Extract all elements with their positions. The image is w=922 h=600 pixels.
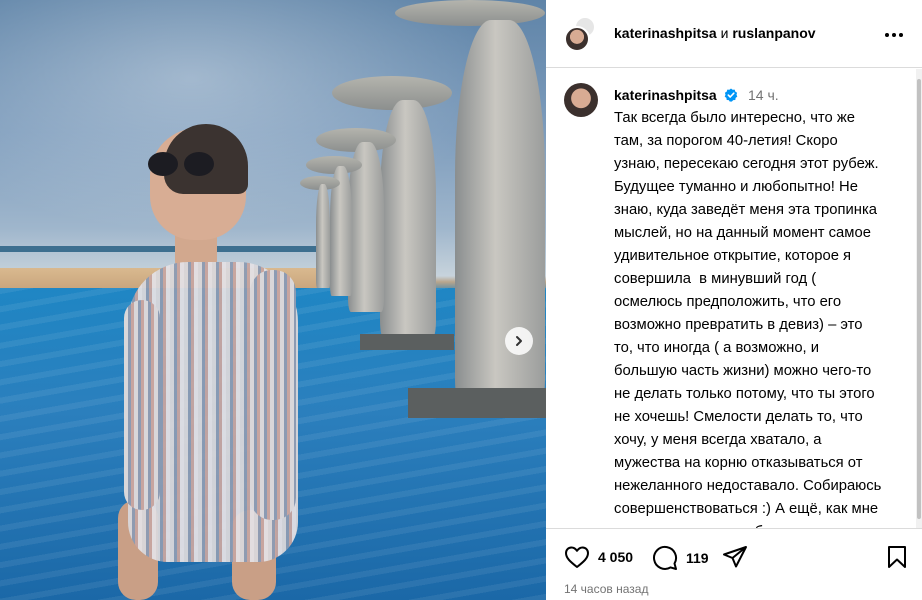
- chevron-right-icon: [516, 336, 522, 346]
- statue-base: [360, 334, 454, 350]
- comment-action: 119: [652, 545, 709, 571]
- caption-text: Так всегда было интересно, что же там, з…: [614, 110, 882, 528]
- post-photo[interactable]: [0, 0, 546, 600]
- heart-icon[interactable]: [564, 545, 590, 569]
- post-header: katerinashpitsa и ruslanpanov: [546, 0, 922, 68]
- statue-pillar: [316, 184, 330, 288]
- share-icon[interactable]: [722, 545, 748, 569]
- post-side-panel: katerinashpitsa и ruslanpanov katerinash…: [546, 0, 922, 600]
- avatar[interactable]: [564, 26, 590, 52]
- statue-bowl: [332, 76, 452, 110]
- share-action: [722, 545, 748, 569]
- sea-horizon: [0, 246, 320, 252]
- next-photo-button[interactable]: [505, 327, 533, 355]
- more-options-button[interactable]: [884, 22, 904, 43]
- caption-user: katerinashpitsa: [614, 87, 738, 103]
- header-conjunction: и: [720, 25, 729, 41]
- post-time[interactable]: 14 ч.: [748, 87, 779, 103]
- statue-pillar: [455, 20, 545, 410]
- comment-icon[interactable]: [652, 545, 678, 571]
- like-action: 4 050: [564, 545, 633, 569]
- avatar[interactable]: [564, 83, 598, 117]
- caption-username[interactable]: katerinashpitsa: [614, 87, 717, 103]
- header-username-1[interactable]: katerinashpitsa: [614, 25, 717, 41]
- figure-arm: [250, 270, 296, 520]
- sunglasses: [146, 152, 218, 178]
- likes-count[interactable]: 4 050: [598, 549, 633, 565]
- more-icon: [885, 33, 903, 37]
- caption-area: katerinashpitsa 14 ч. Так всегда было ин…: [546, 69, 922, 528]
- statue-base: [408, 388, 546, 418]
- statue-bowl: [395, 0, 545, 26]
- collab-avatars[interactable]: [564, 16, 600, 52]
- post-timestamp[interactable]: 14 часов назад: [564, 582, 648, 596]
- post-actions: 4 050 119: [546, 528, 922, 576]
- verified-icon: [724, 88, 737, 102]
- header-username-2[interactable]: ruslanpanov: [732, 25, 815, 41]
- figure-arm: [124, 300, 160, 510]
- save-action: [886, 545, 908, 569]
- caption-scrollbar[interactable]: [916, 69, 922, 528]
- collab-title: katerinashpitsa и ruslanpanov: [614, 25, 816, 41]
- comments-count[interactable]: 119: [686, 550, 709, 566]
- bookmark-icon[interactable]: [886, 545, 908, 569]
